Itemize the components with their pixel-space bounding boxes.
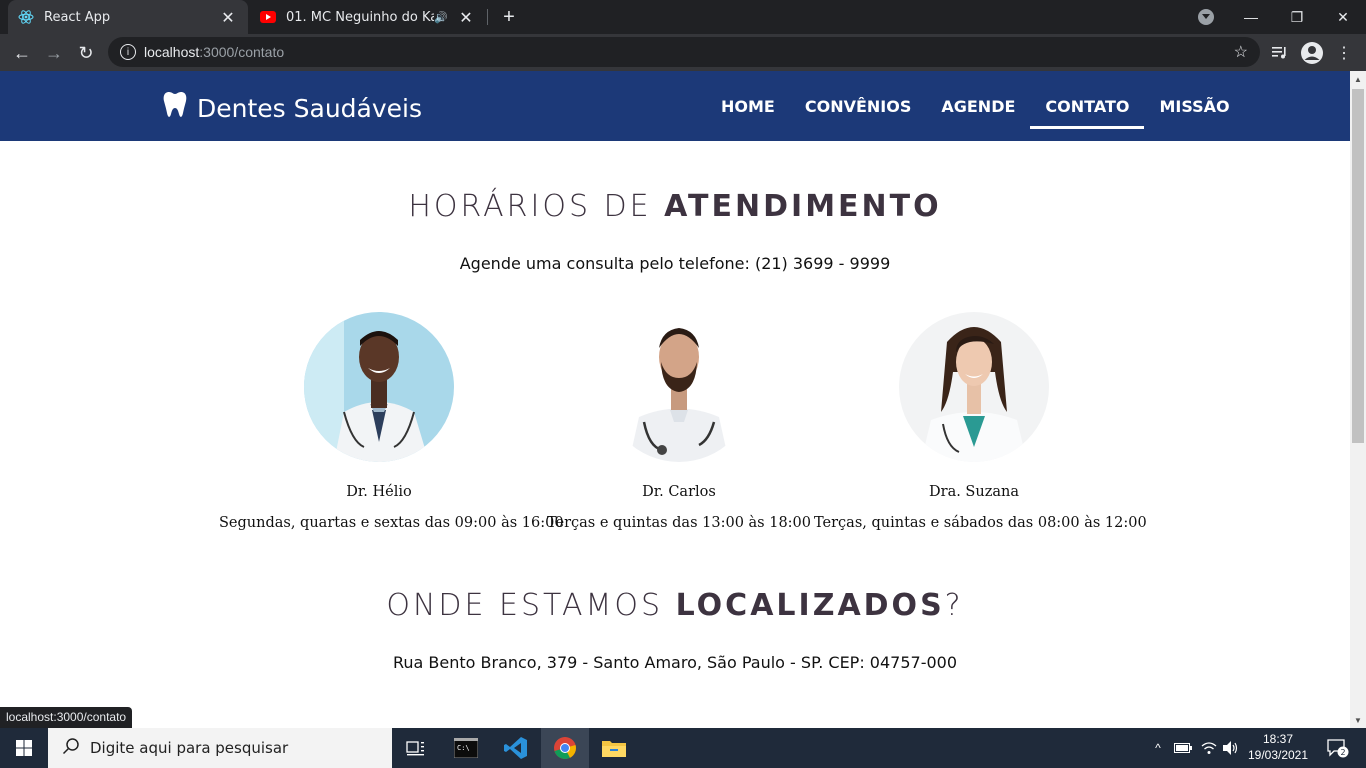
forward-icon[interactable]: →	[40, 39, 68, 67]
doctor-card-helio: Dr. Hélio Segundas, quartas e sextas das…	[219, 312, 564, 531]
search-icon	[62, 737, 80, 760]
volume-icon[interactable]	[1220, 728, 1242, 768]
doctor-hours: Terças e quintas das 13:00 às 18:00	[546, 515, 812, 531]
back-icon[interactable]: ←	[8, 39, 36, 67]
brand-name: Dentes Saudáveis	[197, 93, 422, 123]
location-title-light: ONDE ESTAMOS	[386, 588, 676, 623]
task-view-icon[interactable]	[392, 728, 440, 768]
location-address: Rua Bento Branco, 379 - Santo Amaro, São…	[392, 653, 958, 672]
scroll-down-icon[interactable]: ▼	[1350, 712, 1366, 728]
tab-react-app[interactable]: React App ✕	[8, 0, 248, 34]
tab-youtube[interactable]: 01. MC Neguinho do Kaxeta 🔊 ✕	[250, 0, 486, 34]
page-viewport: Dentes Saudáveis HOME CONVÊNIOS AGENDE C…	[0, 71, 1350, 728]
search-placeholder: Digite aqui para pesquisar	[90, 739, 289, 757]
windows-start-icon[interactable]	[0, 728, 48, 768]
info-icon[interactable]: i	[120, 44, 136, 60]
notification-center-icon[interactable]: 2	[1318, 728, 1358, 768]
menu-kebab-icon[interactable]: ⋮	[1330, 39, 1358, 67]
hours-title-light: HORÁRIOS DE	[408, 189, 665, 224]
scrollbar-thumb[interactable]	[1352, 89, 1364, 443]
location-title-end: ?	[944, 588, 964, 623]
react-icon	[18, 9, 34, 25]
speaker-icon[interactable]: 🔊	[434, 11, 448, 24]
taskbar-search-box[interactable]: Digite aqui para pesquisar	[48, 728, 392, 768]
close-icon[interactable]: ✕	[218, 7, 238, 27]
terminal-app-icon[interactable]: C:\	[442, 728, 490, 768]
tooth-icon	[163, 91, 187, 125]
battery-icon[interactable]	[1172, 728, 1194, 768]
menu-agende[interactable]: AGENDE	[926, 71, 1030, 141]
doctor-hours: Segundas, quartas e sextas das 09:00 às …	[219, 515, 564, 531]
hours-title-bold: ATENDIMENTO	[664, 189, 942, 224]
close-window-button[interactable]: ✕	[1320, 0, 1366, 34]
location-title-bold: LOCALIZADOS	[675, 588, 945, 623]
doctor-hours: Terças, quintas e sábados das 08:00 às 1…	[814, 515, 1147, 531]
media-control-icon[interactable]	[1266, 39, 1294, 67]
doctor-name: Dr. Carlos	[642, 484, 716, 500]
youtube-icon	[260, 9, 276, 25]
tab-title: 01. MC Neguinho do Kaxeta	[286, 9, 435, 25]
show-hidden-icons[interactable]: ^	[1148, 728, 1168, 768]
hours-title: HORÁRIOS DE ATENDIMENTO	[0, 189, 1350, 224]
address-bar[interactable]: i localhost:3000/contato ☆	[108, 37, 1260, 67]
close-icon[interactable]: ✕	[456, 7, 476, 27]
location-title: ONDE ESTAMOS LOCALIZADOS?	[0, 588, 1350, 623]
main-menu: HOME CONVÊNIOS AGENDE CONTATO MISSÃO	[706, 71, 1245, 141]
doctor-name: Dra. Suzana	[929, 484, 1019, 500]
windows-taskbar: Digite aqui para pesquisar C:\ ^ 18:37 1…	[0, 728, 1366, 768]
chrome-app-icon[interactable]	[541, 728, 589, 768]
file-explorer-icon[interactable]	[590, 728, 638, 768]
wifi-icon[interactable]	[1198, 728, 1220, 768]
browser-tab-strip: React App ✕ 01. MC Neguinho do Kaxeta 🔊 …	[0, 0, 1366, 34]
tab-title: React App	[44, 9, 111, 25]
menu-home[interactable]: HOME	[706, 71, 790, 141]
restore-button[interactable]: ❐	[1274, 0, 1320, 34]
reload-icon[interactable]: ↻	[72, 39, 100, 67]
clock-date: 19/03/2021	[1247, 748, 1309, 762]
menu-convenios[interactable]: CONVÊNIOS	[790, 71, 927, 141]
page-scrollbar[interactable]: ▲ ▼	[1350, 71, 1366, 728]
clock-time: 18:37	[1262, 732, 1294, 746]
hours-subtitle: Agende uma consulta pelo telefone: (21) …	[459, 254, 891, 273]
menu-missao[interactable]: MISSÃO	[1144, 71, 1244, 141]
menu-contato[interactable]: CONTATO	[1030, 71, 1145, 141]
doctor-card-suzana: Dra. Suzana Terças, quintas e sábados da…	[814, 312, 1147, 531]
svg-text:C:\: C:\	[457, 744, 470, 752]
tab-separator	[487, 9, 488, 25]
vscode-app-icon[interactable]	[492, 728, 540, 768]
doctor-photo	[899, 312, 1049, 462]
doctor-photo	[604, 312, 754, 462]
doctor-card-carlos: Dr. Carlos Terças e quintas das 13:00 às…	[519, 312, 839, 531]
taskbar-clock[interactable]: 18:37 19/03/2021	[1240, 731, 1316, 763]
site-navbar: Dentes Saudáveis HOME CONVÊNIOS AGENDE C…	[0, 71, 1350, 141]
doctor-photo	[304, 312, 454, 462]
notification-count: 2	[1340, 748, 1345, 757]
scroll-up-icon[interactable]: ▲	[1350, 71, 1366, 87]
url-path: :3000/contato	[199, 44, 285, 60]
new-tab-button[interactable]: +	[498, 6, 520, 28]
url-host: localhost	[144, 44, 200, 60]
profile-avatar-icon[interactable]	[1298, 39, 1326, 67]
doctor-name: Dr. Hélio	[346, 484, 412, 500]
tab-search-icon[interactable]	[1198, 9, 1214, 25]
site-brand[interactable]: Dentes Saudáveis	[163, 91, 422, 125]
bookmark-star-icon[interactable]: ☆	[1234, 42, 1248, 62]
browser-toolbar: ← → ↻ i localhost:3000/contato ☆ ⋮	[0, 34, 1366, 71]
minimize-button[interactable]: —	[1228, 0, 1274, 34]
status-url: localhost:3000/contato	[0, 707, 133, 728]
